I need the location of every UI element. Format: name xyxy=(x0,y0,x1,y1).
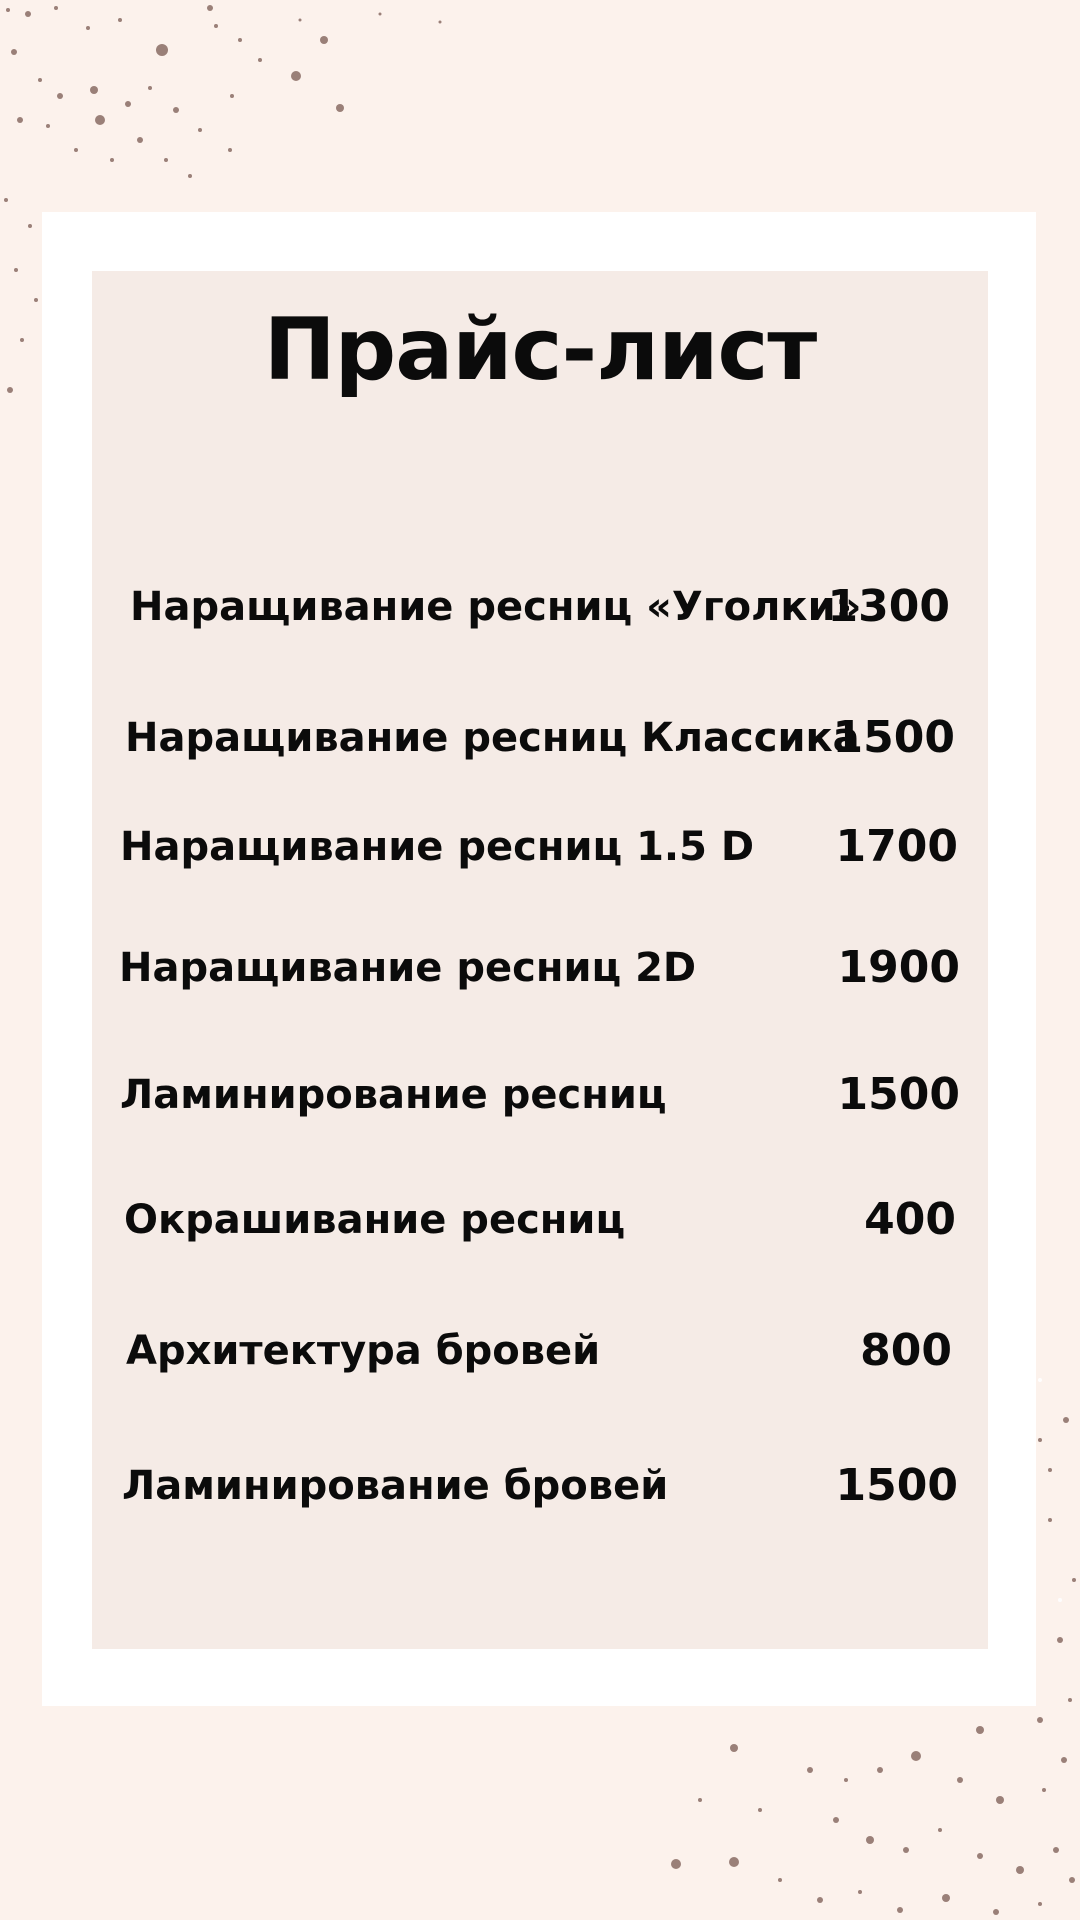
service-price: 400 xyxy=(864,1194,956,1245)
price-row: Окрашивание ресниц 400 xyxy=(120,1190,960,1250)
price-row: Наращивание ресниц Классика 1500 xyxy=(120,708,960,768)
service-name: Архитектура бровей xyxy=(126,1328,601,1374)
service-price: 1700 xyxy=(835,821,958,872)
service-name: Наращивание ресниц «Уголки» xyxy=(130,584,862,630)
service-price: 1500 xyxy=(837,1069,960,1120)
price-row: Наращивание ресниц 1.5 D 1700 xyxy=(120,817,960,877)
price-row: Ламинирование ресниц 1500 xyxy=(120,1065,960,1125)
service-name: Ламинирование бровей xyxy=(122,1463,669,1509)
service-price: 1900 xyxy=(837,942,960,993)
price-row: Наращивание ресниц «Уголки» 1300 xyxy=(120,577,960,637)
service-name: Наращивание ресниц Классика xyxy=(125,715,860,761)
service-name: Ламинирование ресниц xyxy=(120,1072,667,1118)
service-name: Окрашивание ресниц xyxy=(124,1197,626,1243)
service-price: 1300 xyxy=(827,581,950,632)
service-price: 800 xyxy=(860,1325,952,1376)
price-row: Ламинирование бровей 1500 xyxy=(120,1456,960,1516)
service-price: 1500 xyxy=(832,712,955,763)
price-row: Архитектура бровей 800 xyxy=(120,1321,960,1381)
service-price: 1500 xyxy=(835,1460,958,1511)
page-title: Прайс-лист xyxy=(263,300,818,400)
service-name: Наращивание ресниц 2D xyxy=(119,945,697,991)
service-name: Наращивание ресниц 1.5 D xyxy=(120,824,755,870)
price-row: Наращивание ресниц 2D 1900 xyxy=(119,938,960,998)
